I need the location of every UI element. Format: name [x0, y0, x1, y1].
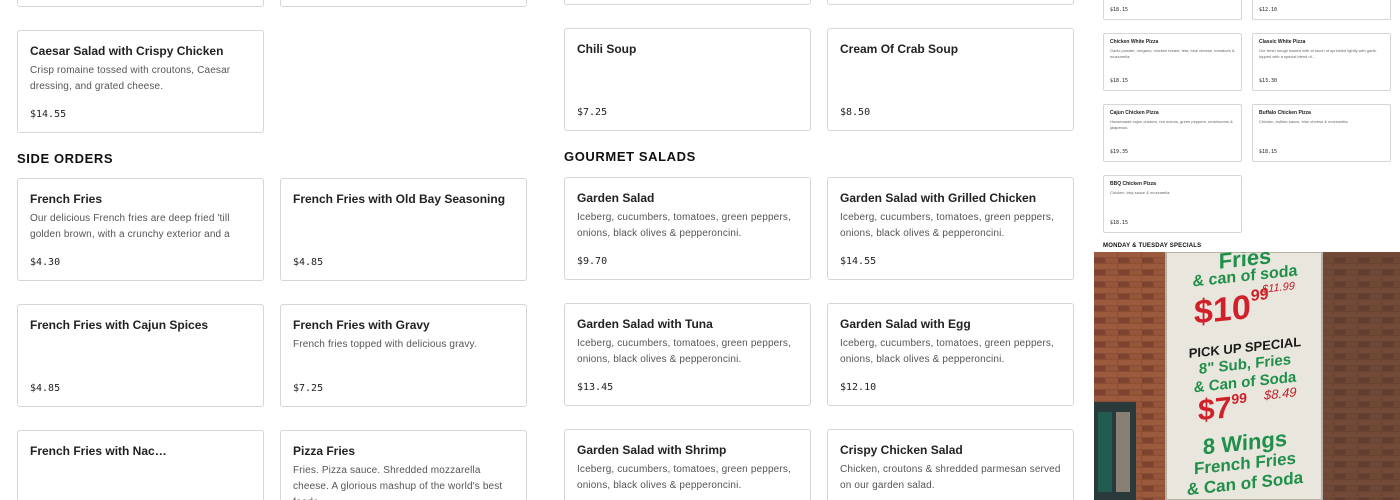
item-description: Our fresh dough basted with at touch of …: [1259, 48, 1377, 59]
pizza-card-classic-white[interactable]: Classic White Pizza Our fresh dough bast…: [1252, 33, 1391, 91]
menu-item-garden-salad-egg[interactable]: Garden Salad with Egg Iceberg, cucumbers…: [827, 303, 1074, 406]
item-title: Garden Salad with Egg: [840, 317, 971, 331]
sign-price-main: $7: [1198, 391, 1232, 428]
item-title: Buffalo Chicken Pizza: [1259, 110, 1311, 116]
section-heading-specials: MONDAY & TUESDAY SPECIALS: [1103, 243, 1202, 249]
item-title: BBQ Chicken Pizza: [1110, 181, 1156, 187]
item-title: Cajun Chicken Pizza: [1110, 110, 1159, 116]
item-price: $18.15: [1110, 78, 1129, 84]
section-heading-gourmet-salads: GOURMET SALADS: [564, 149, 696, 164]
sign-price-combo: $1099: [1194, 286, 1269, 333]
item-price: $14.55: [30, 109, 67, 120]
item-price: $13.30: [1259, 78, 1278, 84]
item-description: Chicken, buffalo sauce, blue cheese & mo…: [1259, 119, 1349, 124]
item-title: Cream Of Crab Soup: [840, 42, 959, 56]
item-price: $12.10: [1259, 7, 1278, 13]
sign-price-main: $10: [1194, 287, 1251, 332]
specials-sign-photo: Fries & can of soda $1099 $11.99 PICK UP…: [1094, 252, 1400, 500]
item-description: Iceberg, cucumbers, tomatoes, green pepp…: [577, 464, 791, 491]
item-title: French Fries with Old Bay Seasoning: [293, 192, 506, 206]
menu-card-partial[interactable]: [280, 0, 527, 7]
menu-item-garden-salad-grilled-chicken[interactable]: Garden Salad with Grilled Chicken Iceber…: [827, 177, 1074, 280]
item-description: Housemade cajun chicken, red onions, gre…: [1110, 119, 1233, 130]
item-description: Chicken, bbq sauce & mozzarella.: [1110, 190, 1171, 195]
item-title: French Fries with Cajun Spices: [30, 318, 209, 332]
item-price: $12.10: [840, 382, 877, 393]
item-price: $13.45: [577, 382, 614, 393]
item-price: $4.85: [30, 383, 61, 394]
item-price: $14.55: [840, 256, 877, 267]
menu-item-french-fries-cajun[interactable]: French Fries with Cajun Spices $4.85: [17, 304, 264, 407]
item-title: Chili Soup: [577, 42, 637, 56]
menu-item-garden-salad[interactable]: Garden Salad Iceberg, cucumbers, tomatoe…: [564, 177, 811, 280]
item-price: $19.35: [1110, 149, 1129, 155]
item-price: $7.25: [293, 383, 324, 394]
item-price: $4.30: [30, 257, 61, 268]
item-description: Iceberg, cucumbers, tomatoes, green pepp…: [840, 212, 1054, 239]
item-title: Garden Salad with Shrimp: [577, 443, 727, 457]
item-price: $4.85: [293, 257, 324, 268]
item-title: Chicken White Pizza: [1110, 39, 1159, 45]
item-title: Garden Salad with Tuna: [577, 317, 713, 331]
menu-item-french-fries-gravy[interactable]: French Fries with Gravy French fries top…: [280, 304, 527, 407]
item-price: $9.70: [577, 256, 608, 267]
item-description: Iceberg, cucumbers, tomatoes, green pepp…: [840, 338, 1054, 365]
item-title: French Fries with Gravy: [293, 318, 430, 332]
menu-item-cream-of-crab-soup[interactable]: Cream Of Crab Soup $8.50: [827, 28, 1074, 131]
sign-handwritten-price-2: $8.49: [1264, 384, 1297, 403]
section-heading-side-orders: SIDE ORDERS: [17, 151, 114, 166]
item-title: Pizza Fries: [293, 444, 356, 458]
menu-item-french-fries-nacho[interactable]: French Fries with Nac…: [17, 430, 264, 500]
menu-item-garden-salad-tuna[interactable]: Garden Salad with Tuna Iceberg, cucumber…: [564, 303, 811, 406]
menu-item-pizza-fries[interactable]: Pizza Fries Fries. Pizza sauce. Shredded…: [280, 430, 527, 500]
item-title: French Fries with Nac…: [30, 444, 167, 458]
pizza-card-buffalo-chicken[interactable]: Buffalo Chicken Pizza Chicken, buffalo s…: [1252, 104, 1391, 162]
pizza-card-partial[interactable]: $12.10: [1252, 0, 1391, 20]
menu-card-partial[interactable]: [564, 0, 811, 5]
item-description: Chicken, croutons & shredded parmesan se…: [840, 464, 1061, 491]
item-title: Caesar Salad with Crispy Chicken: [30, 44, 224, 58]
pizza-card-partial[interactable]: $18.15: [1103, 0, 1242, 20]
pizza-card-cajun-chicken[interactable]: Cajun Chicken Pizza Housemade cajun chic…: [1103, 104, 1242, 162]
item-description: French fries topped with delicious gravy…: [293, 339, 477, 350]
item-title: Classic White Pizza: [1259, 39, 1306, 45]
item-title: French Fries: [30, 192, 103, 206]
menu-item-garden-salad-shrimp[interactable]: Garden Salad with Shrimp Iceberg, cucumb…: [564, 429, 811, 500]
item-title: Garden Salad: [577, 191, 655, 205]
sign-price-cents: 99: [1231, 389, 1247, 408]
item-description: Fries. Pizza sauce. Shredded mozzarella …: [293, 465, 503, 500]
pizza-card-bbq-chicken[interactable]: BBQ Chicken Pizza Chicken, bbq sauce & m…: [1103, 175, 1242, 233]
item-price: $18.15: [1259, 149, 1278, 155]
menu-card-partial[interactable]: [827, 0, 1074, 5]
item-price: $18.15: [1110, 220, 1129, 226]
item-title: Garden Salad with Grilled Chicken: [840, 191, 1037, 205]
sign-price-pickup: $799: [1198, 389, 1247, 428]
menu-item-french-fries[interactable]: French Fries Our delicious French fries …: [17, 178, 264, 281]
sign-handwritten-price-1: $11.99: [1262, 280, 1295, 296]
item-price: $7.25: [577, 107, 608, 118]
item-price: $8.50: [840, 107, 871, 118]
menu-item-chili-soup[interactable]: Chili Soup $7.25: [564, 28, 811, 131]
item-price: $18.15: [1110, 7, 1129, 13]
menu-item-caesar-salad[interactable]: Caesar Salad with Crispy Chicken Crisp r…: [17, 30, 264, 133]
menu-item-french-fries-old-bay[interactable]: French Fries with Old Bay Seasoning $4.8…: [280, 178, 527, 281]
menu-card-partial[interactable]: [17, 0, 264, 7]
item-description: Iceberg, cucumbers, tomatoes, green pepp…: [577, 212, 791, 239]
item-description: Iceberg, cucumbers, tomatoes, green pepp…: [577, 338, 791, 365]
menu-item-crispy-chicken-salad[interactable]: Crispy Chicken Salad Chicken, croutons &…: [827, 429, 1074, 500]
item-title: Crispy Chicken Salad: [840, 443, 963, 457]
item-description: Crisp romaine tossed with croutons, Caes…: [30, 65, 231, 92]
item-description: Our delicious French fries are deep frie…: [30, 213, 230, 240]
sign-text: Fries & can of soda $1099 $11.99 PICK UP…: [1172, 252, 1318, 500]
item-description: Garlic powder, oregano, chicken breast, …: [1110, 48, 1235, 59]
pizza-card-chicken-white[interactable]: Chicken White Pizza Garlic powder, orega…: [1103, 33, 1242, 91]
